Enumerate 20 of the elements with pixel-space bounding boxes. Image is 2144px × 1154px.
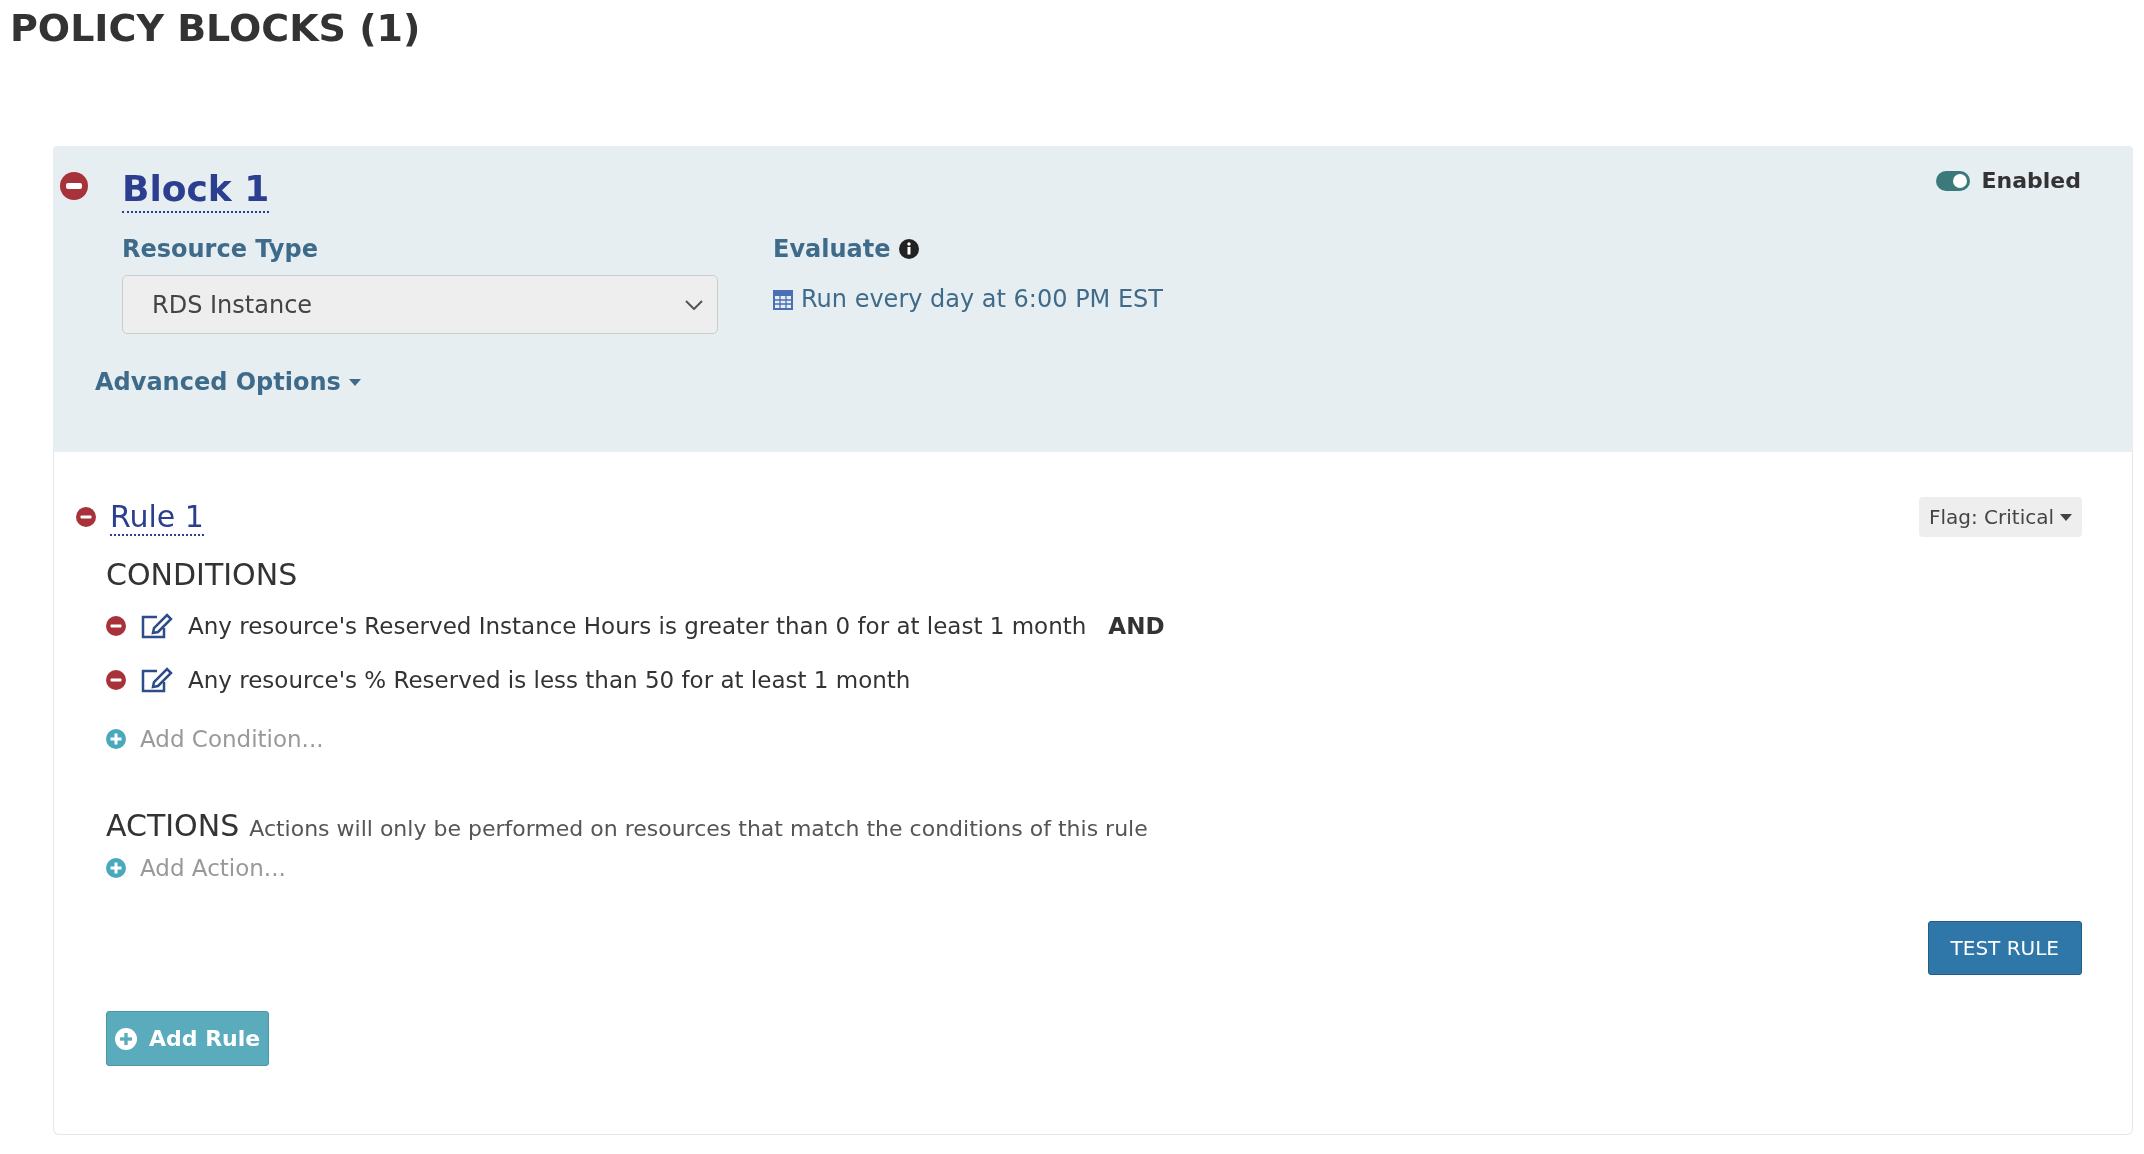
toggle-label: Enabled — [1981, 168, 2081, 193]
advanced-options-toggle[interactable]: Advanced Options — [95, 368, 361, 396]
condition-text: Any resource's Reserved Instance Hours is greater than 0 for at least 1 month — [188, 613, 1087, 639]
conjunction-label: AND — [1108, 613, 1165, 639]
add-condition-link[interactable]: Add Condition... — [106, 726, 2082, 752]
actions-note: Actions will only be performed on resources that match the conditions of this rule — [249, 816, 1148, 841]
resource-type-select[interactable]: RDS Instance — [122, 275, 718, 334]
flag-dropdown[interactable]: Flag: Critical — [1918, 497, 2082, 537]
page-title: POLICY BLOCKS (1) — [10, 5, 422, 52]
add-action-link[interactable]: Add Action... — [106, 855, 2082, 881]
actions-heading: ACTIONS — [106, 808, 240, 843]
field-label: Evaluate — [773, 235, 891, 263]
rule-title[interactable]: Rule 1 — [110, 498, 204, 536]
conditions-heading: CONDITIONS — [106, 557, 299, 592]
field-label: Resource Type — [122, 235, 319, 263]
test-rule-button[interactable]: TEST RULE — [1927, 921, 2082, 975]
schedule-link[interactable]: Run every day at 6:00 PM EST — [773, 285, 1163, 313]
condition-text: Any resource's % Reserved is less than 50 for at least 1 month — [188, 667, 911, 693]
add-rule-button[interactable]: Add Rule — [106, 1011, 270, 1066]
block-title[interactable]: Block 1 — [122, 168, 270, 213]
